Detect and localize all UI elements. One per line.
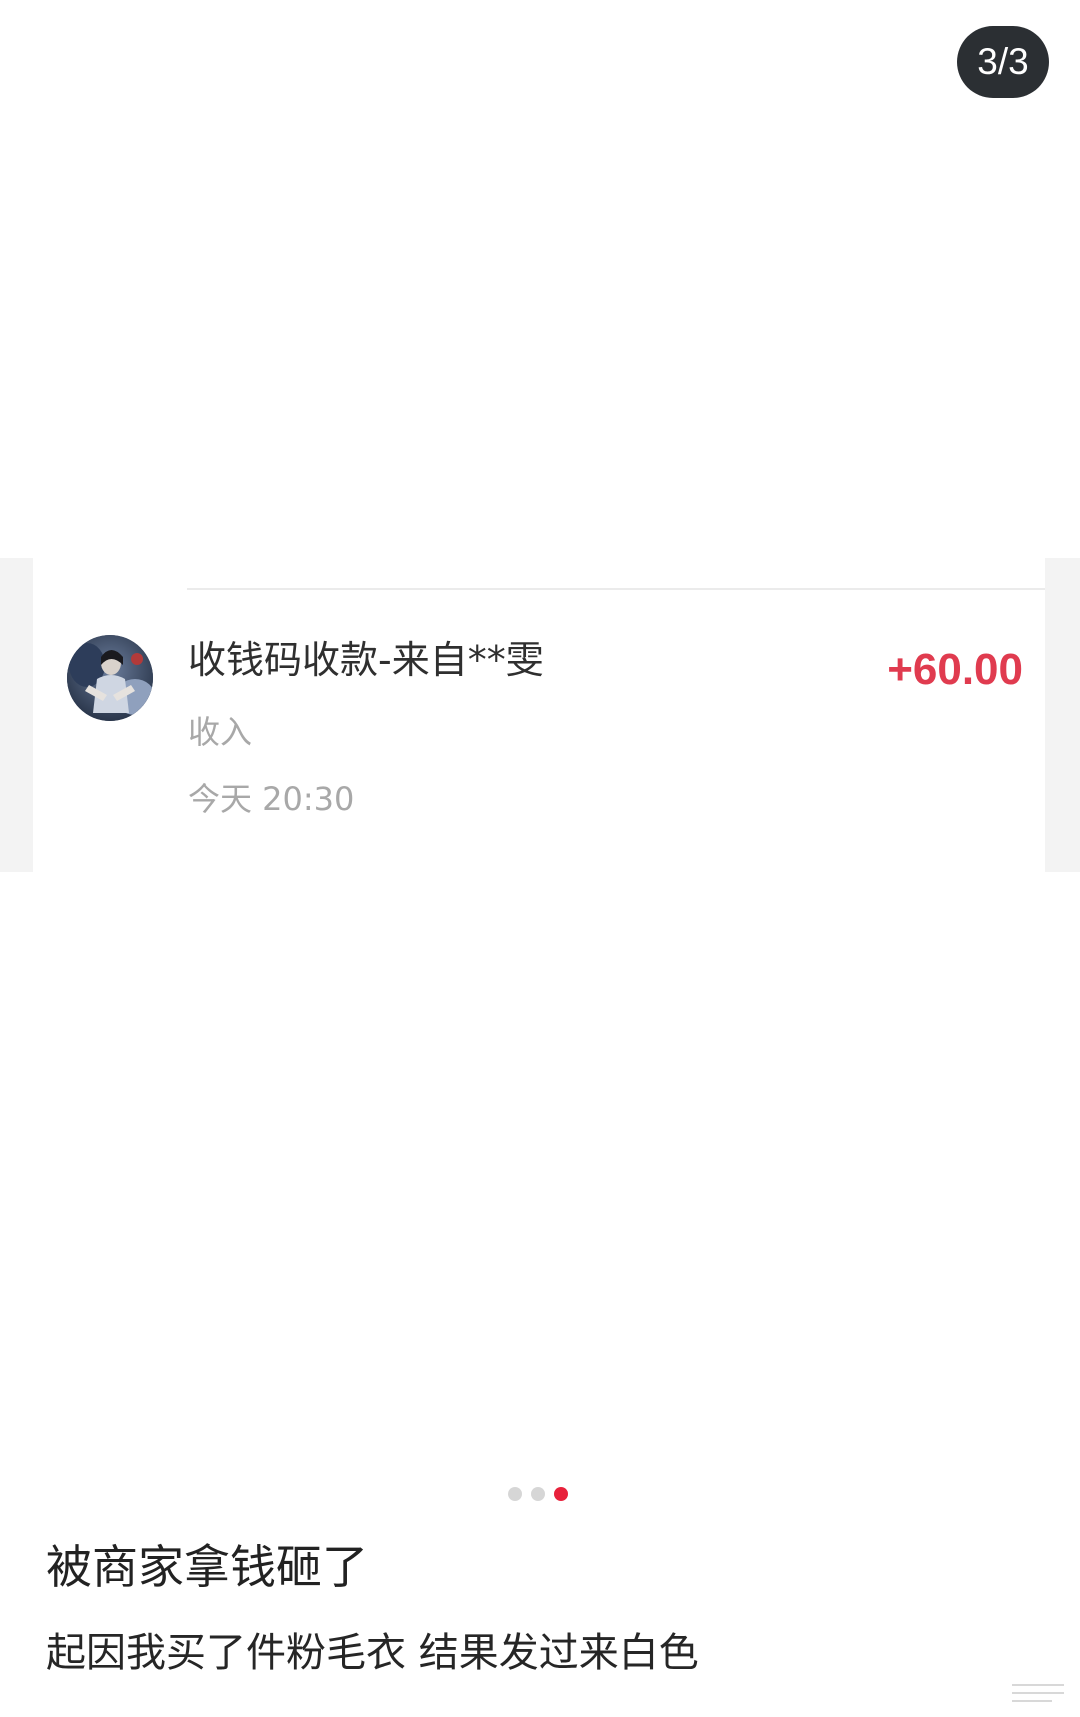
carousel-pagination bbox=[508, 1487, 568, 1501]
transaction-card[interactable]: 收钱码收款-来自**雯 +60.00 收入 今天 20:30 bbox=[33, 558, 1045, 872]
watermark-icon bbox=[1012, 1684, 1064, 1702]
post-body: 起因我买了件粉毛衣 结果发过来白色 bbox=[46, 1630, 699, 1676]
payer-avatar bbox=[67, 635, 153, 721]
transaction-type: 收入 bbox=[188, 713, 253, 751]
image-counter-badge: 3/3 bbox=[957, 26, 1049, 98]
pagination-dot-2[interactable] bbox=[531, 1487, 545, 1501]
user-photo-avatar-icon bbox=[67, 635, 153, 721]
post-title: 被商家拿钱砸了 bbox=[46, 1540, 368, 1594]
transaction-title: 收钱码收款-来自**雯 bbox=[188, 638, 544, 682]
pagination-dot-1[interactable] bbox=[508, 1487, 522, 1501]
transaction-time: 今天 20:30 bbox=[188, 780, 355, 818]
transaction-amount: +60.00 bbox=[887, 645, 1023, 694]
list-divider bbox=[187, 588, 1045, 590]
pagination-dot-3-active[interactable] bbox=[554, 1487, 568, 1501]
